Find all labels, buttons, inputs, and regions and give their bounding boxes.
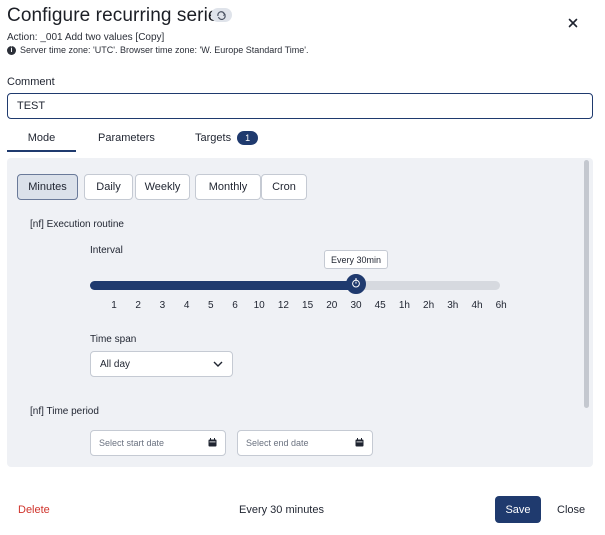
interval-tick[interactable]: 45 bbox=[375, 300, 386, 311]
info-icon: i bbox=[7, 45, 16, 55]
interval-tick[interactable]: 1 bbox=[111, 300, 117, 311]
tab-label: Parameters bbox=[98, 132, 155, 144]
start-date-placeholder: Select start date bbox=[99, 438, 165, 448]
dialog-title: Configure recurring series bbox=[7, 5, 229, 26]
timezone-text: Server time zone: 'UTC'. Browser time zo… bbox=[20, 45, 309, 55]
time-period-heading: [nf] Time period bbox=[30, 406, 99, 417]
mode-daily-button[interactable]: Daily bbox=[84, 174, 133, 200]
time-span-label: Time span bbox=[90, 334, 137, 345]
mode-minutes-button[interactable]: Minutes bbox=[17, 174, 78, 200]
mode-monthly-button[interactable]: Monthly bbox=[195, 174, 261, 200]
calendar-icon bbox=[355, 437, 364, 449]
interval-tick[interactable]: 6h bbox=[496, 300, 507, 311]
interval-tick[interactable]: 3 bbox=[160, 300, 166, 311]
tab-bar: Mode Parameters Targets 1 bbox=[7, 128, 593, 152]
interval-slider-track[interactable] bbox=[90, 281, 500, 290]
interval-tick[interactable]: 20 bbox=[326, 300, 337, 311]
interval-tooltip: Every 30min bbox=[324, 250, 389, 269]
timezone-info: i Server time zone: 'UTC'. Browser time … bbox=[7, 45, 308, 55]
interval-tick[interactable]: 1h bbox=[399, 300, 410, 311]
tab-label: Targets bbox=[195, 132, 232, 144]
tab-parameters[interactable]: Parameters bbox=[98, 128, 155, 152]
interval-slider-thumb[interactable] bbox=[346, 274, 366, 294]
interval-tick[interactable]: 3h bbox=[447, 300, 458, 311]
end-date-placeholder: Select end date bbox=[246, 438, 309, 448]
stopwatch-icon bbox=[351, 275, 361, 293]
calendar-icon bbox=[208, 437, 217, 449]
execution-routine-heading: [nf] Execution routine bbox=[30, 219, 124, 230]
interval-tick[interactable]: 4 bbox=[184, 300, 190, 311]
interval-tick[interactable]: 5 bbox=[208, 300, 214, 311]
interval-tick[interactable]: 4h bbox=[471, 300, 482, 311]
interval-label: Interval bbox=[90, 245, 123, 256]
tab-mode[interactable]: Mode bbox=[7, 128, 76, 152]
interval-tick[interactable]: 15 bbox=[302, 300, 313, 311]
comment-label: Comment bbox=[7, 76, 55, 88]
interval-tick[interactable]: 2h bbox=[423, 300, 434, 311]
interval-tick[interactable]: 30 bbox=[350, 300, 361, 311]
delete-button[interactable]: Delete bbox=[18, 504, 50, 516]
save-button[interactable]: Save bbox=[495, 496, 541, 523]
chevron-down-icon bbox=[213, 359, 223, 370]
targets-count-badge: 1 bbox=[237, 131, 259, 145]
mode-cron-button[interactable]: Cron bbox=[261, 174, 307, 200]
mode-weekly-button[interactable]: Weekly bbox=[135, 174, 190, 200]
panel-scrollbar[interactable] bbox=[584, 160, 589, 408]
close-icon[interactable] bbox=[565, 15, 581, 31]
repeat-icon bbox=[211, 8, 232, 22]
action-line: Action: _001 Add two values [Copy] bbox=[7, 32, 165, 43]
schedule-summary: Every 30 minutes bbox=[239, 504, 324, 516]
time-span-value: All day bbox=[100, 358, 131, 370]
tab-label: Mode bbox=[27, 132, 56, 144]
interval-tick[interactable]: 2 bbox=[135, 300, 141, 311]
interval-tick[interactable]: 10 bbox=[254, 300, 265, 311]
start-date-input[interactable]: Select start date bbox=[90, 430, 226, 456]
interval-tick[interactable]: 6 bbox=[232, 300, 238, 311]
end-date-input[interactable]: Select end date bbox=[237, 430, 373, 456]
interval-tick[interactable]: 12 bbox=[278, 300, 289, 311]
interval-slider-fill bbox=[90, 281, 356, 290]
time-span-select[interactable]: All day bbox=[90, 351, 233, 377]
comment-input[interactable] bbox=[7, 93, 593, 119]
close-button[interactable]: Close bbox=[557, 504, 585, 516]
tab-targets[interactable]: Targets 1 bbox=[195, 128, 259, 152]
mode-panel: Minutes Daily Weekly Monthly Cron [nf] E… bbox=[7, 158, 593, 467]
